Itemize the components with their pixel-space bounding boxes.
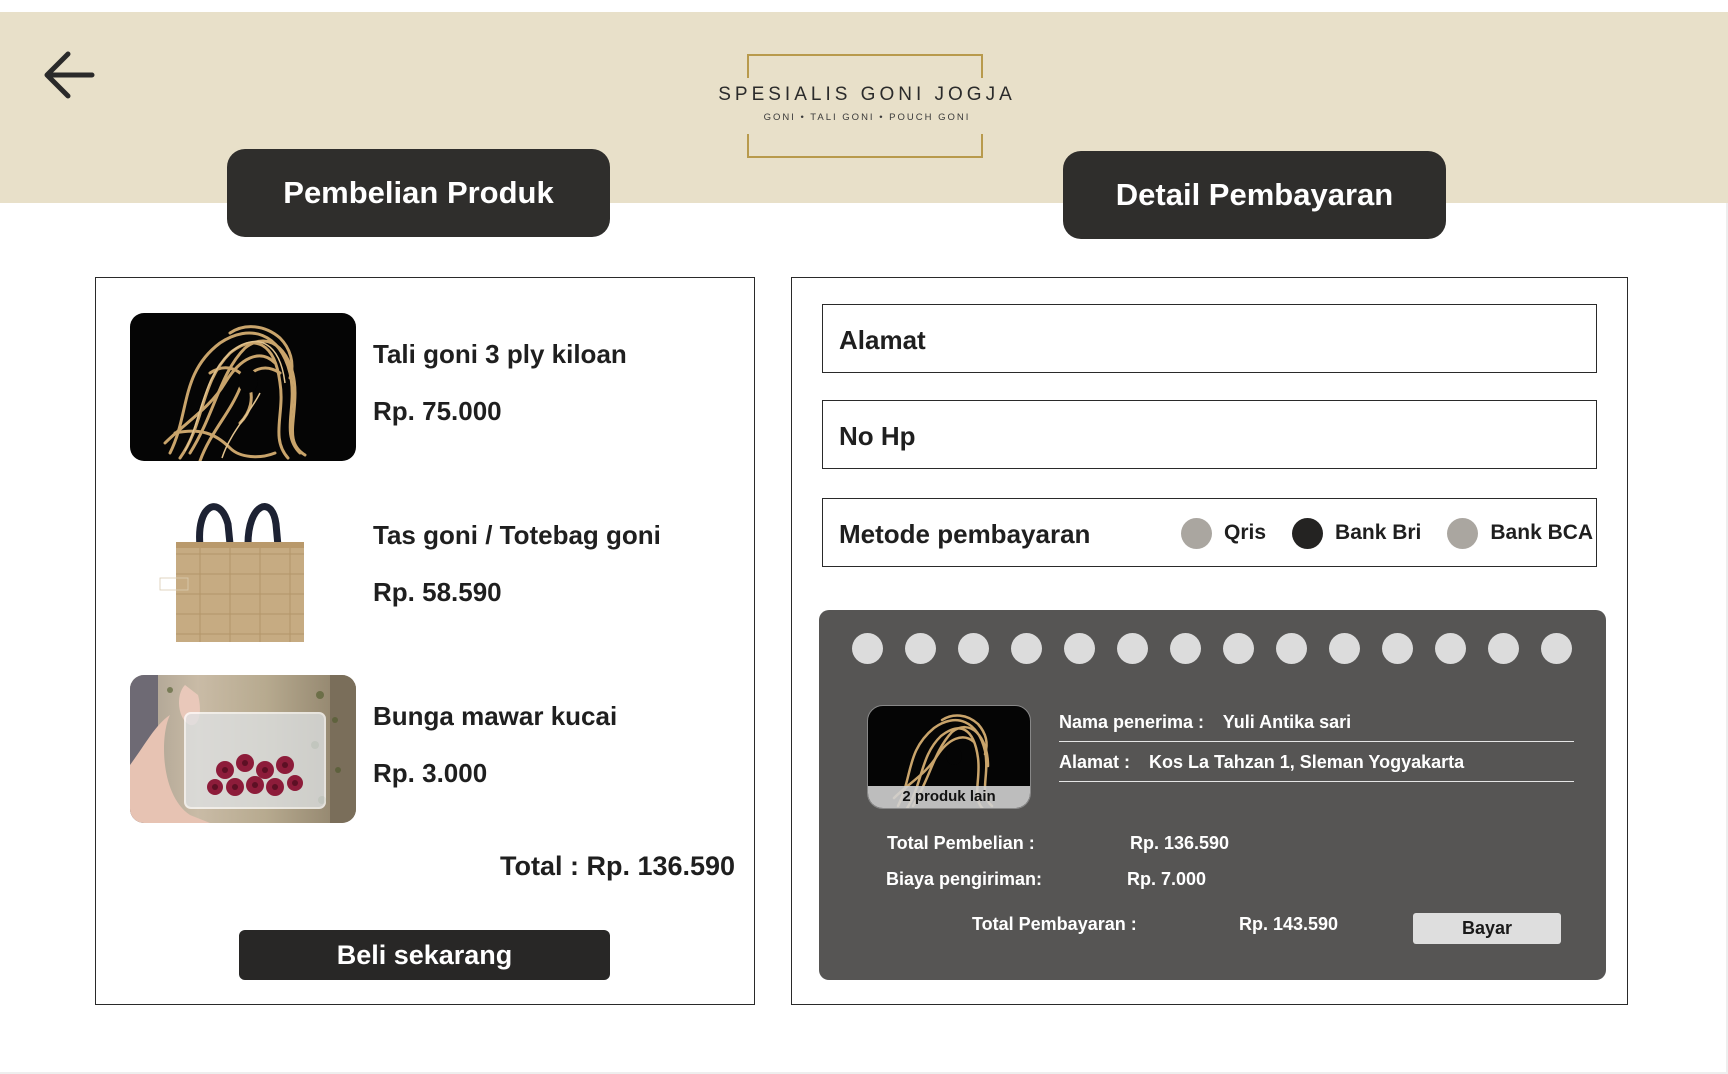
receipt-hole	[1488, 633, 1519, 664]
back-button[interactable]	[40, 48, 100, 102]
recipient-address-value: Kos La Tahzan 1, Sleman Yogyakarta	[1149, 752, 1465, 772]
receipt-hole	[1329, 633, 1360, 664]
purchase-total-label: Total Pembelian :	[887, 833, 1035, 853]
logo-bracket-top	[747, 54, 983, 78]
payment-total-value: Rp. 143.590	[1239, 914, 1339, 934]
payment-option-label: Bank BCA	[1490, 521, 1594, 544]
jute-rope-image	[130, 313, 356, 461]
receipt-hole	[958, 633, 989, 664]
logo-tagline: GONI • TALI GONI • POUCH GONI	[763, 112, 971, 123]
product-item[interactable]: Tali goni 3 ply kiloan Rp. 75.000	[130, 313, 690, 461]
payment-method-options: Qris Bank Bri Bank BCA	[1181, 513, 1593, 553]
more-products-label: 2 produk lain	[868, 786, 1030, 808]
payment-option-qris[interactable]: Qris	[1181, 517, 1267, 549]
receipt-hole	[852, 633, 883, 664]
receipt-hole	[1170, 633, 1201, 664]
payment-option-bank-bri[interactable]: Bank Bri	[1292, 517, 1422, 549]
payment-receipt: 2 produk lain Nama penerima : Yuli Antik…	[819, 610, 1606, 980]
product-item[interactable]: Tas goni / Totebag goni Rp. 58.590	[130, 494, 690, 642]
product-price: Rp. 3.000	[373, 758, 488, 788]
radio-bank-bri[interactable]	[1292, 517, 1324, 549]
receipt-hole	[1382, 633, 1413, 664]
receipt-hole	[1223, 633, 1254, 664]
receipt-hole	[1435, 633, 1466, 664]
receipt-hole	[1117, 633, 1148, 664]
payment-method-label: Metode pembayaran	[839, 519, 1091, 549]
section-title-purchase: Pembelian Produk	[227, 149, 610, 237]
address-field[interactable]: Alamat	[822, 304, 1597, 373]
payment-option-label: Bank Bri	[1335, 521, 1422, 544]
recipient-name-key: Nama penerima :	[1059, 712, 1205, 732]
product-name: Tali goni 3 ply kiloan	[373, 339, 627, 369]
address-field-label: Alamat	[839, 325, 926, 355]
shipping-cost-value: Rp. 7.000	[1127, 869, 1207, 889]
pay-button[interactable]: Bayar	[1413, 913, 1561, 944]
shipping-cost-label: Biaya pengiriman:	[886, 869, 1043, 889]
receipt-hole	[905, 633, 936, 664]
receipt-hole	[1276, 633, 1307, 664]
section-title-payment: Detail Pembayaran	[1063, 151, 1446, 239]
cart-total: Total : Rp. 136.590	[500, 851, 736, 881]
product-name: Bunga mawar kucai	[373, 701, 618, 731]
payment-option-label: Qris	[1224, 521, 1267, 544]
payment-option-bank-bca[interactable]: Bank BCA	[1447, 517, 1594, 549]
logo-name: SPESIALIS GONI JOGJA	[718, 84, 1016, 105]
phone-field[interactable]: No Hp	[822, 400, 1597, 469]
product-name: Tas goni / Totebag goni	[373, 520, 661, 550]
recipient-address-key: Alamat :	[1059, 752, 1131, 772]
buy-now-button[interactable]: Beli sekarang	[239, 930, 610, 980]
product-item[interactable]: Bunga mawar kucai Rp. 3.000	[130, 675, 690, 823]
purchase-total-value: Rp. 136.590	[1130, 833, 1230, 853]
receipt-product-thumbnail[interactable]: 2 produk lain	[867, 705, 1031, 809]
radio-qris[interactable]	[1181, 517, 1212, 549]
receipt-hole	[1541, 633, 1572, 664]
product-price: Rp. 75.000	[373, 396, 502, 426]
jute-totebag-image	[130, 494, 356, 642]
receipt-hole	[1011, 633, 1042, 664]
phone-field-label: No Hp	[839, 421, 916, 451]
recipient-address-row: Alamat : Kos La Tahzan 1, Sleman Yogyaka…	[1059, 752, 1574, 782]
rose-pouch-image	[130, 675, 356, 823]
payment-method-field: Metode pembayaran Qris Bank Bri Bank BCA	[822, 498, 1597, 567]
logo-bracket-bottom	[747, 134, 983, 158]
receipt-perforation	[852, 633, 1572, 665]
radio-bank-bca[interactable]	[1447, 517, 1479, 549]
recipient-name-value: Yuli Antika sari	[1222, 712, 1352, 732]
recipient-name-row: Nama penerima : Yuli Antika sari	[1059, 712, 1574, 742]
receipt-hole	[1064, 633, 1095, 664]
arrow-left-icon	[44, 51, 95, 99]
product-price: Rp. 58.590	[373, 577, 502, 607]
payment-total-label: Total Pembayaran :	[972, 914, 1137, 934]
brand-logo: SPESIALIS GONI JOGJA GONI • TALI GONI • …	[702, 54, 1032, 158]
